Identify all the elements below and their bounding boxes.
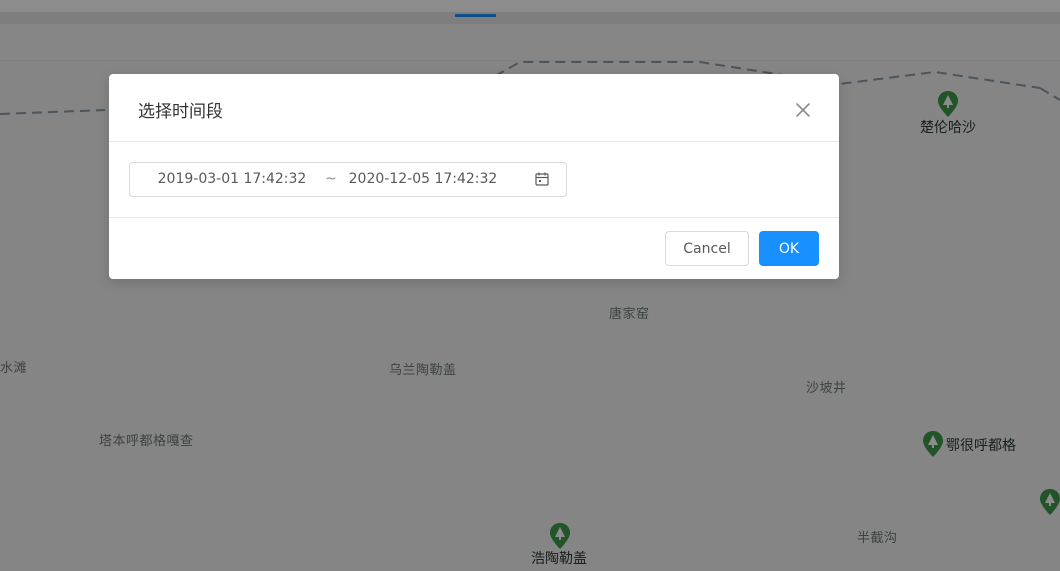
cancel-button[interactable]: Cancel (665, 231, 749, 266)
date-range-picker[interactable]: ~ (129, 162, 567, 197)
modal-header: 选择时间段 (109, 74, 839, 142)
modal-footer: Cancel OK (109, 218, 839, 279)
close-icon[interactable] (791, 98, 815, 122)
ok-button[interactable]: OK (759, 231, 819, 266)
modal-title: 选择时间段 (138, 102, 223, 122)
calendar-icon[interactable] (534, 171, 550, 187)
time-range-modal: 选择时间段 ~ Cancel OK (109, 74, 839, 279)
range-separator: ~ (325, 171, 337, 187)
range-end-input[interactable] (348, 171, 498, 187)
range-start-input[interactable] (157, 171, 307, 187)
modal-body: ~ (109, 142, 839, 218)
